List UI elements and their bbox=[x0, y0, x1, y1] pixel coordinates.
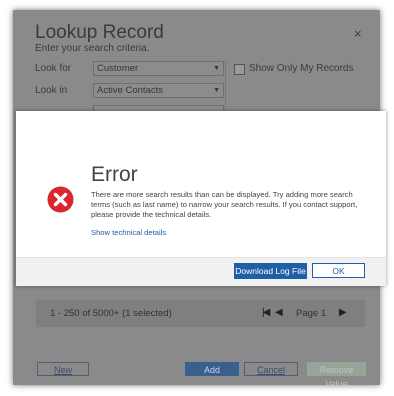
only-my-records-label: Show Only My Records bbox=[249, 63, 354, 74]
remove-value-button[interactable]: Remove Value bbox=[307, 362, 366, 385]
look-for-select[interactable]: Customer ▼ bbox=[93, 61, 224, 76]
lookup-title: Lookup Record bbox=[35, 22, 164, 43]
add-button[interactable]: Add bbox=[185, 362, 239, 376]
look-in-select[interactable]: Active Contacts ▼ bbox=[93, 83, 224, 98]
error-dialog: Error There are more search results than… bbox=[16, 111, 386, 286]
page-number: Page 1 bbox=[296, 308, 327, 319]
dropdown-arrow-icon: ▼ bbox=[213, 65, 220, 72]
error-title: Error bbox=[91, 163, 138, 186]
ok-button[interactable]: OK bbox=[312, 263, 365, 278]
error-x-icon bbox=[47, 186, 74, 213]
error-message: There are more search results than can b… bbox=[91, 190, 358, 219]
look-for-value: Customer bbox=[97, 63, 139, 74]
look-in-label: Look in bbox=[35, 85, 68, 96]
look-for-label: Look for bbox=[35, 63, 72, 74]
dropdown-arrow-icon: ▼ bbox=[213, 87, 220, 94]
results-count: 1 - 250 of 5000+ (1 selected) bbox=[50, 308, 172, 319]
lookup-subtitle: Enter your search criteria. bbox=[35, 43, 150, 54]
close-icon[interactable]: × bbox=[354, 26, 362, 41]
show-technical-details-link[interactable]: Show technical details bbox=[91, 228, 166, 237]
next-page-icon[interactable]: ▶ bbox=[339, 307, 347, 318]
divider bbox=[225, 60, 226, 110]
download-log-file-button[interactable]: Download Log File bbox=[234, 263, 307, 279]
look-in-value: Active Contacts bbox=[97, 85, 163, 96]
only-my-records-checkbox[interactable] bbox=[234, 64, 245, 75]
results-pager: 1 - 250 of 5000+ (1 selected) |◀ ◀ Page … bbox=[36, 300, 365, 327]
first-page-icon[interactable]: |◀ bbox=[262, 307, 270, 318]
new-button[interactable]: New bbox=[37, 362, 89, 376]
previous-page-icon[interactable]: ◀ bbox=[275, 307, 283, 318]
cancel-button[interactable]: Cancel bbox=[244, 362, 298, 376]
